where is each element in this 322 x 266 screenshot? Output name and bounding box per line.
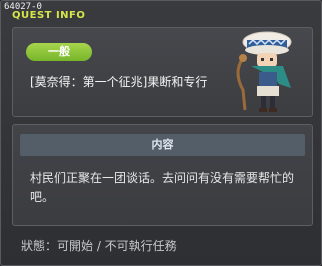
quest-category-badge: 一般: [26, 43, 92, 61]
quest-description: 村民们正聚在一团谈话。去问问有没有需要帮忙的吧。: [30, 171, 295, 204]
npc-portrait-icon: [236, 31, 292, 112]
window-title: QUEST INFO: [12, 10, 86, 21]
quest-summary-panel: 一般 [莫奈得：第一个征兆]果断和专行: [12, 27, 313, 117]
quest-content-panel: 内容 村民们正聚在一团谈话。去问问有没有需要帮忙的吧。: [12, 124, 313, 226]
quest-info-window: 64027-0 QUEST INFO 一般 [莫奈得：第一个征兆]果断和专行 内…: [0, 0, 322, 266]
quest-status: 狀態：可開始 / 不可執行任務: [21, 239, 177, 253]
quest-name: [莫奈得：第一个征兆]果断和专行: [30, 75, 208, 89]
content-header: 内容: [20, 134, 305, 156]
